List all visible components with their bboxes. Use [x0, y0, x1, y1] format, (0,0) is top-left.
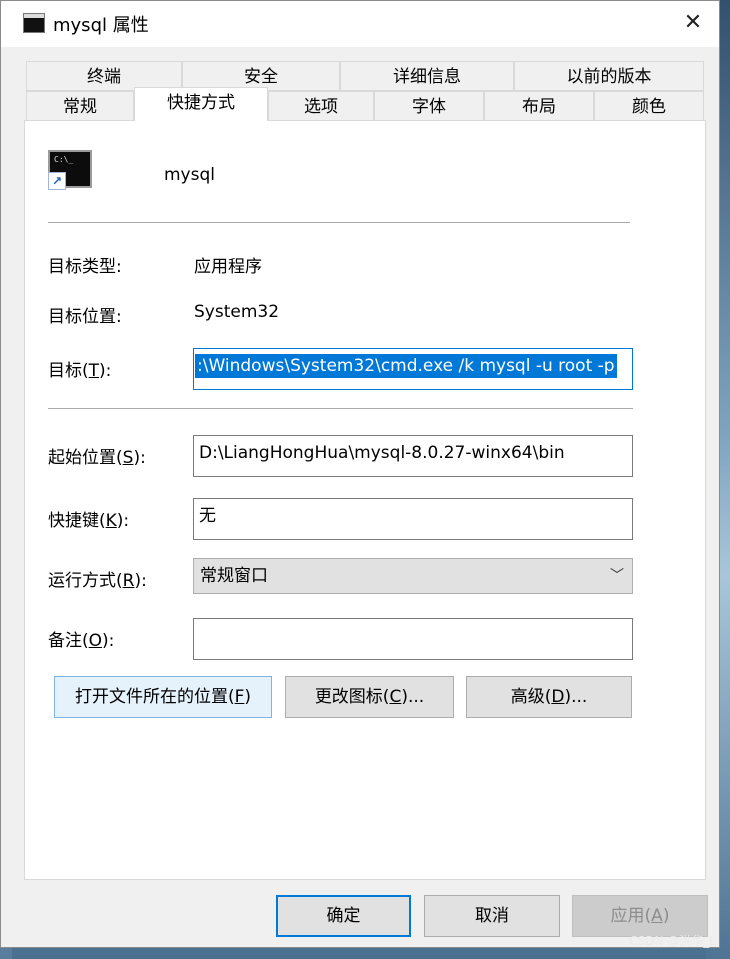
window-title: mysql 属性 [53, 15, 149, 36]
cancel-button[interactable]: 取消 [424, 895, 560, 937]
console-app-icon [23, 13, 45, 33]
tab-font[interactable]: 字体 [374, 91, 484, 121]
close-button[interactable]: ✕ [677, 7, 709, 39]
open-file-location-button[interactable]: 打开文件所在的位置(F) [54, 676, 272, 718]
target-type-value: 应用程序 [194, 257, 262, 277]
change-icon-button[interactable]: 更改图标(C)... [285, 676, 454, 718]
comment-label: 备注(O): [48, 631, 115, 651]
csdn-watermark: CSDN @洪华_L [629, 934, 716, 948]
ok-button[interactable]: 确定 [276, 895, 411, 937]
title-bar[interactable]: mysql 属性 ✕ [1, 1, 719, 47]
shortcut-name: mysql [164, 165, 215, 185]
tab-layout[interactable]: 布局 [484, 91, 594, 121]
run-label: 运行方式(R): [48, 571, 147, 591]
target-label: 目标(T): [48, 361, 112, 381]
tab-options[interactable]: 选项 [268, 91, 374, 121]
tab-general[interactable]: 常规 [26, 91, 134, 121]
shortcut-arrow-icon: ↗ [48, 172, 66, 190]
divider-middle [48, 408, 633, 409]
target-input-selected-text: :\Windows\System32\cmd.exe /k mysql -u r… [195, 354, 617, 378]
target-input[interactable]: :\Windows\System32\cmd.exe /k mysql -u r… [193, 348, 633, 390]
hotkey-input[interactable]: 无 [193, 498, 633, 540]
advanced-button[interactable]: 高级(D)... [466, 676, 632, 718]
run-mode-value: 常规窗口 [200, 566, 268, 586]
tab-row-front: 常规 快捷方式 选项 字体 布局 颜色 [26, 87, 704, 121]
hotkey-label: 快捷键(K): [48, 511, 130, 531]
start-in-input[interactable]: D:\LiangHongHua\mysql-8.0.27-winx64\bin [193, 435, 633, 477]
tab-shortcut[interactable]: 快捷方式 [134, 87, 268, 121]
start-in-label: 起始位置(S): [48, 448, 146, 468]
run-mode-select[interactable]: 常规窗口 ﹀ [193, 558, 633, 594]
comment-input[interactable] [193, 618, 633, 660]
tab-row-back: 终端 安全 详细信息 以前的版本 [26, 61, 704, 91]
tab-colors[interactable]: 颜色 [594, 91, 704, 121]
target-location-label: 目标位置: [48, 307, 122, 327]
apply-button[interactable]: 应用(A) [572, 895, 708, 937]
target-type-label: 目标类型: [48, 257, 122, 277]
target-location-value: System32 [194, 302, 280, 322]
tab-previous-versions[interactable]: 以前的版本 [514, 61, 704, 91]
tab-details[interactable]: 详细信息 [340, 61, 514, 91]
chevron-down-icon: ﹀ [610, 568, 624, 584]
divider-top [48, 222, 630, 223]
